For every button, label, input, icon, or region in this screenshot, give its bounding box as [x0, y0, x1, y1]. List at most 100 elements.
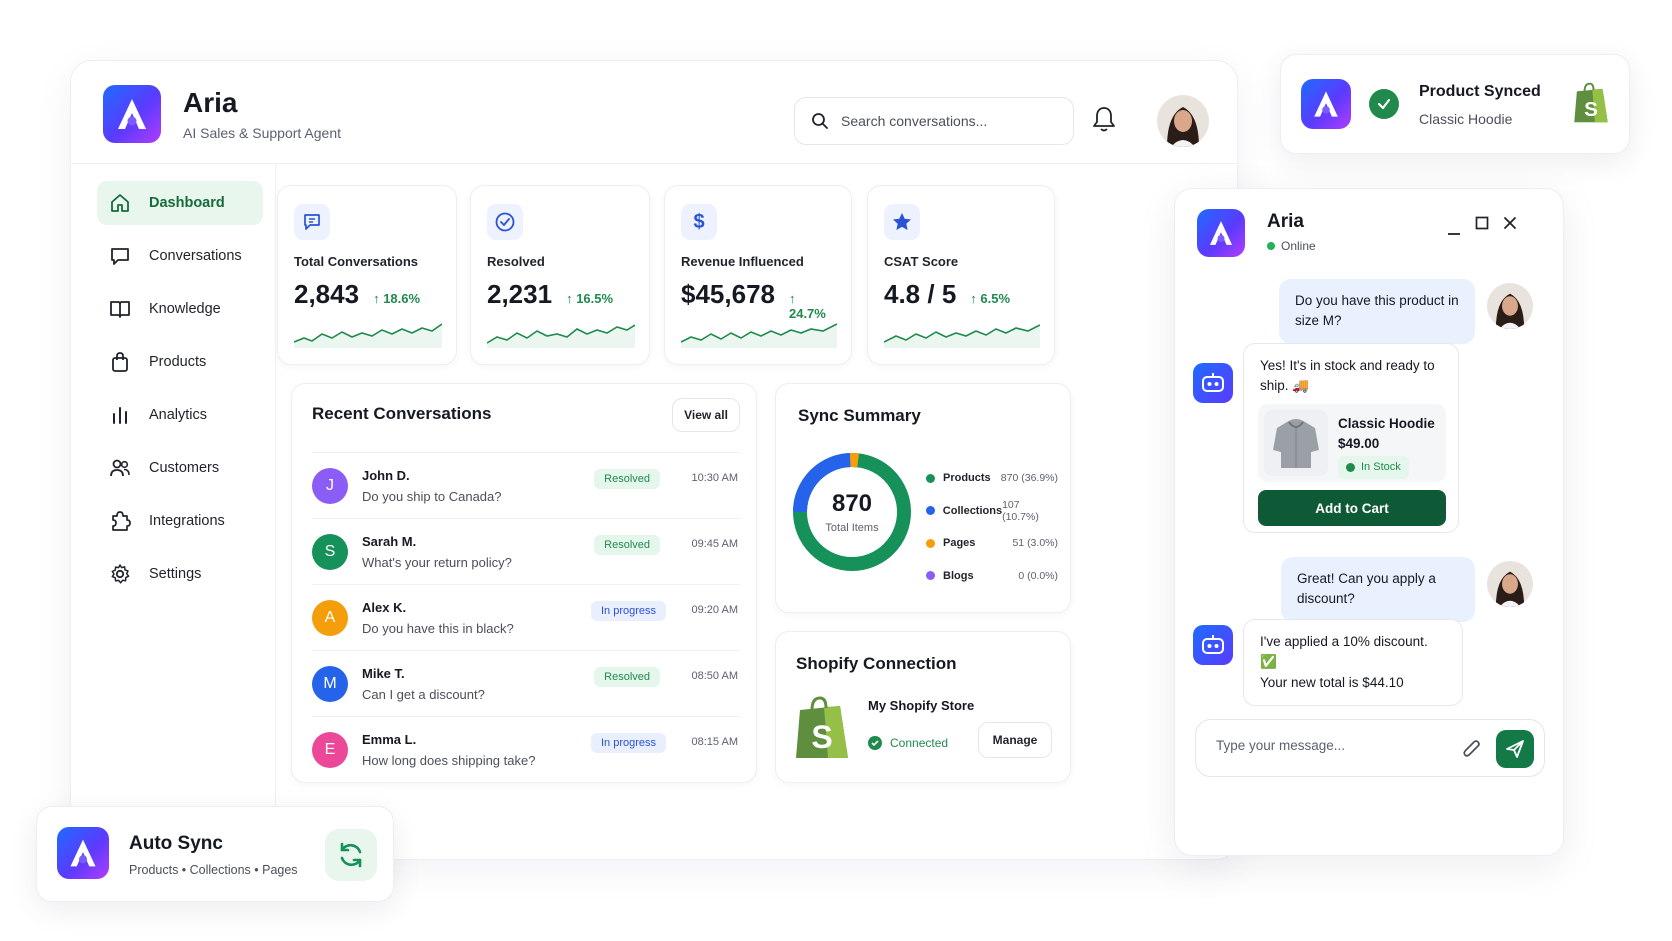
kpi-value: 2,843	[294, 279, 360, 309]
kpi-card-resolved: Resolved 2,231 ↑ 16.5%	[470, 185, 650, 365]
table-row[interactable]: J John D. Do you ship to Canada? Resolved…	[312, 452, 740, 518]
check-circle-icon	[868, 736, 882, 750]
close-icon[interactable]	[1503, 216, 1517, 235]
avatar	[1487, 283, 1533, 329]
conversation-name: John D.	[362, 467, 410, 483]
chat-input-box[interactable]	[1195, 719, 1545, 777]
gear-icon	[111, 564, 130, 584]
auto-sync-subtitle: Products • Collections • Pages	[129, 863, 298, 877]
conversation-list: J John D. Do you ship to Canada? Resolved…	[312, 452, 740, 782]
avatar: M	[312, 665, 348, 702]
maximize-icon[interactable]	[1475, 216, 1489, 235]
status-badge: In progress	[590, 601, 666, 621]
store-name: My Shopify Store	[868, 698, 975, 713]
sidebar-item-label: Settings	[149, 566, 202, 582]
conversation-message: Do you have this in black?	[362, 620, 514, 636]
message-input[interactable]	[1216, 738, 1436, 753]
paperclip-icon[interactable]	[1462, 738, 1482, 765]
conversation-time: 08:50 AM	[691, 670, 738, 682]
table-row[interactable]: A Alex K. Do you have this in black? In p…	[312, 584, 740, 650]
sidebar-item-label: Integrations	[149, 513, 225, 529]
kpi-delta: ↑ 6.5%	[970, 291, 1011, 306]
avatar: A	[312, 599, 348, 636]
bot-message: I've applied a 10% discount. ✅ Your new …	[1243, 619, 1463, 706]
check-circle-icon	[1369, 89, 1399, 119]
status-badge: Resolved	[594, 469, 660, 489]
legend-item: Collections 107 (10.7%)	[926, 495, 1058, 528]
kpi-value: 4.8 / 5	[884, 279, 957, 309]
sidebar-item-integrations[interactable]: Integrations	[97, 499, 263, 543]
search-box[interactable]	[794, 97, 1074, 145]
conversation-name: Alex K.	[362, 599, 407, 615]
sidebar-item-customers[interactable]: Customers	[97, 446, 263, 490]
status-badge: Resolved	[594, 667, 660, 687]
minimize-icon[interactable]	[1447, 223, 1461, 241]
sidebar-item-knowledge[interactable]: Knowledge	[97, 287, 263, 331]
avatar: J	[312, 467, 348, 504]
chat-status: Online	[1267, 239, 1316, 253]
add-to-cart-button[interactable]: Add to Cart	[1258, 490, 1446, 526]
status-badge: In progress	[590, 733, 666, 753]
brand: Aria AI Sales & Support Agent	[103, 85, 341, 143]
kpi-delta: ↑ 18.6%	[373, 291, 421, 306]
sidebar-item-products[interactable]: Products	[97, 340, 263, 384]
recent-conversations-panel: Recent Conversations View all J John D. D…	[291, 383, 757, 783]
header-divider	[71, 163, 1237, 164]
conversation-message: What's your return policy?	[362, 554, 512, 570]
section-title: Sync Summary	[798, 406, 921, 425]
aria-logo-icon	[1197, 209, 1245, 257]
table-row[interactable]: S Sarah M. What's your return policy? Res…	[312, 518, 740, 584]
table-row[interactable]: E Emma L. How long does shipping take? In…	[312, 716, 740, 782]
app-name: Aria	[183, 87, 238, 118]
hoodie-image	[1264, 410, 1328, 476]
conversation-time: 08:15 AM	[691, 736, 738, 748]
sidebar-item-analytics[interactable]: Analytics	[97, 393, 263, 437]
sidebar-item-label: Dashboard	[149, 195, 225, 211]
donut-legend: Products 870 (36.9%) Collections 107 (10.7…	[926, 462, 1058, 592]
sidebar-divider	[275, 163, 276, 859]
sidebar: Dashboard Conversations Knowledge Produc…	[97, 181, 263, 605]
bar-chart-icon	[113, 407, 127, 424]
user-message: Do you have this product in size M?	[1279, 279, 1475, 344]
refresh-icon[interactable]	[325, 829, 377, 881]
search-input[interactable]	[841, 113, 1041, 129]
legend-item: Blogs 0 (0.0%)	[926, 560, 1058, 593]
conversation-name: Emma L.	[362, 731, 417, 747]
bell-icon[interactable]	[1091, 105, 1117, 138]
user-avatar[interactable]	[1157, 95, 1209, 147]
conversation-message: Do you ship to Canada?	[362, 488, 502, 504]
sparkline	[294, 323, 442, 348]
bot-icon	[1193, 363, 1233, 403]
manage-button[interactable]: Manage	[978, 722, 1052, 758]
bag-icon	[112, 352, 128, 372]
avatar: S	[312, 533, 348, 570]
sidebar-item-label: Conversations	[149, 248, 242, 264]
kpi-label: Revenue Influenced	[681, 254, 804, 269]
avatar	[1487, 561, 1533, 607]
send-icon[interactable]	[1496, 730, 1534, 768]
sidebar-item-conversations[interactable]: Conversations	[97, 234, 263, 278]
table-row[interactable]: M Mike T. Can I get a discount? Resolved …	[312, 650, 740, 716]
star-icon	[884, 204, 920, 240]
kpi-delta: ↑ 16.5%	[566, 291, 614, 306]
kpi-card-total-conversations: Total Conversations 2,843 ↑ 18.6%	[277, 185, 457, 365]
conversation-time: 10:30 AM	[691, 472, 738, 484]
app-subtitle: AI Sales & Support Agent	[183, 125, 341, 141]
sidebar-item-settings[interactable]: Settings	[97, 552, 263, 596]
home-icon	[111, 194, 129, 212]
product-synced-card: Product Synced Classic Hoodie S	[1280, 54, 1630, 154]
auto-sync-card: Auto Sync Products • Collections • Pages	[36, 806, 394, 902]
product-card[interactable]: Classic Hoodie $49.00 In Stock	[1258, 404, 1446, 482]
sparkline	[681, 323, 837, 348]
users-icon	[110, 459, 130, 477]
kpi-delta: ↑ 24.7%	[788, 291, 826, 321]
shopify-connection-panel: Shopify Connection S My Shopify Store Co…	[775, 631, 1071, 783]
kpi-card-revenue: $ Revenue Influenced $45,678 ↑ 24.7%	[664, 185, 852, 365]
aria-logo-icon	[1301, 79, 1351, 129]
connection-status: Connected	[868, 736, 948, 750]
chat-icon	[294, 204, 330, 240]
view-all-button[interactable]: View all	[672, 398, 740, 432]
sidebar-item-dashboard[interactable]: Dashboard	[97, 181, 263, 225]
conversation-message: Can I get a discount?	[362, 686, 485, 702]
product-synced-title: Product Synced	[1419, 83, 1541, 100]
